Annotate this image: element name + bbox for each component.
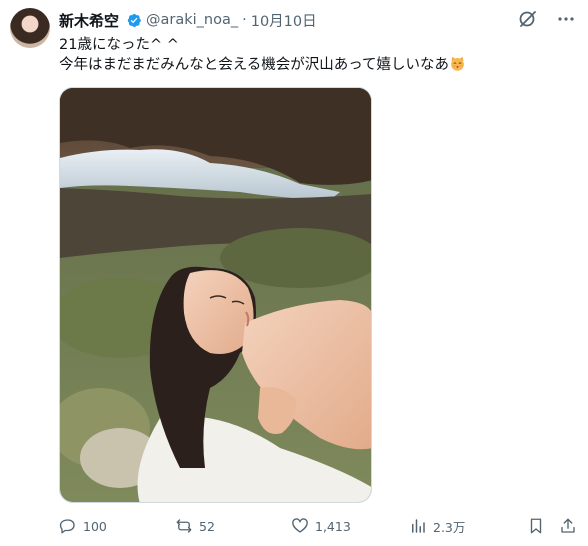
reply-icon xyxy=(59,519,75,534)
reply-count: 100 xyxy=(83,518,107,534)
header-separator: · xyxy=(242,12,247,28)
views-button[interactable]: 2.3万 xyxy=(409,514,465,538)
like-icon xyxy=(292,518,308,533)
repost-button[interactable]: 52 xyxy=(175,514,215,538)
tweet-text-line-1: 21歳になった^ ^ xyxy=(59,37,179,53)
share-button[interactable] xyxy=(559,514,577,538)
top-right-actions xyxy=(518,9,576,29)
avatar[interactable] xyxy=(10,8,50,48)
share-icon xyxy=(561,518,575,533)
grok-icon[interactable] xyxy=(518,9,538,29)
tweet-card[interactable]: 新木希空 @araki_noa_ · 10月10日 21歳になった^ ^ 今年は… xyxy=(0,0,588,546)
tweet-header: 新木希空 @araki_noa_ · 10月10日 xyxy=(59,9,317,31)
views-icon xyxy=(412,519,425,533)
like-button[interactable]: 1,413 xyxy=(291,514,351,538)
reply-button[interactable]: 100 xyxy=(59,514,107,538)
author-name[interactable]: 新木希空 xyxy=(59,10,119,31)
repost-icon xyxy=(176,519,192,533)
tweet-actions: 100 52 1,413 2.3万 xyxy=(59,514,579,538)
repost-count: 52 xyxy=(199,518,215,534)
tweet-text-line-2: 今年はまだまだみんなと会える機会が沢山あって嬉しいなあ xyxy=(59,57,450,73)
tweet-photo[interactable] xyxy=(59,87,372,503)
bookmark-icon xyxy=(530,518,542,534)
more-options-icon[interactable] xyxy=(556,9,576,29)
tweet-text: 21歳になった^ ^ 今年はまだまだみんなと会える機会が沢山あって嬉しいなあ xyxy=(59,35,559,75)
tweet-text-line-2-wrap: 今年はまだまだみんなと会える機会が沢山あって嬉しいなあ xyxy=(59,55,559,75)
author-handle[interactable]: @araki_noa_ xyxy=(146,12,238,28)
tweet-date[interactable]: 10月10日 xyxy=(251,10,317,31)
views-count: 2.3万 xyxy=(433,519,466,535)
like-count: 1,413 xyxy=(315,518,351,534)
kissing-cat-emoji-icon xyxy=(449,55,466,72)
verified-badge-icon xyxy=(125,12,142,29)
bookmark-button[interactable] xyxy=(527,514,545,538)
